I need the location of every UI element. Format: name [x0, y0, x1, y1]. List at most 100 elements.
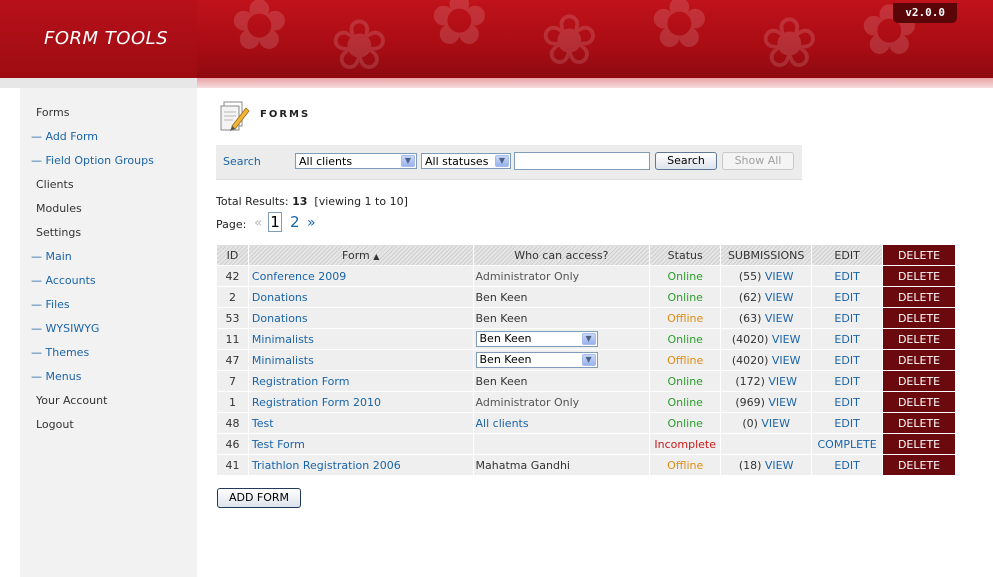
status-label: Offline	[667, 353, 704, 367]
form-id: 1	[216, 391, 249, 413]
col-submissions: SUBMISSIONS	[720, 244, 813, 266]
status-label: Offline	[667, 458, 704, 472]
sidebar-item[interactable]: Forms	[36, 106, 69, 119]
status-label: Online	[667, 290, 703, 304]
form-name-link[interactable]: Minimalists	[252, 333, 314, 346]
sidebar-item[interactable]: Your Account	[36, 394, 107, 407]
sidebar-item[interactable]: Clients	[36, 178, 74, 191]
form-name-link[interactable]: Test Form	[252, 438, 305, 451]
edit-link[interactable]: EDIT	[834, 270, 859, 283]
submission-count: (62)	[738, 290, 762, 304]
next-page-icon[interactable]: »	[307, 215, 316, 231]
access-text: Administrator Only	[475, 395, 580, 409]
view-submissions-link[interactable]: VIEW	[772, 354, 801, 367]
table-row: 47 Minimalists Ben Keen ▼ Offline (4020) VIEW…	[216, 349, 956, 371]
submission-count: (18)	[738, 458, 762, 472]
search-input[interactable]	[514, 152, 650, 170]
edit-link[interactable]: EDIT	[834, 354, 859, 367]
sidebar-item[interactable]: — Files	[31, 298, 70, 311]
results-viewing: [viewing 1 to 10]	[307, 195, 408, 208]
edit-link[interactable]: EDIT	[834, 291, 859, 304]
table-row: 1 Registration Form 2010 Administrator Onl…	[216, 391, 956, 413]
form-name-link[interactable]: Registration Form 2010	[252, 396, 381, 409]
form-name-link[interactable]: Test	[252, 417, 274, 430]
col-status[interactable]: Status	[649, 244, 722, 266]
delete-button[interactable]: DELETE	[882, 349, 956, 371]
col-edit: EDIT	[811, 244, 884, 266]
edit-link[interactable]: EDIT	[834, 417, 859, 430]
delete-button[interactable]: DELETE	[882, 328, 956, 350]
access-link[interactable]: All clients	[476, 417, 529, 430]
results-prefix: Total Results:	[216, 195, 293, 208]
status-label: Online	[667, 416, 703, 430]
access-text: Ben Keen	[475, 311, 528, 325]
delete-button[interactable]: DELETE	[882, 286, 956, 308]
app-logo: FORM TOOLS	[44, 28, 169, 49]
chevron-down-icon: ▼	[581, 354, 596, 366]
view-submissions-link[interactable]: VIEW	[768, 396, 797, 409]
view-submissions-link[interactable]: VIEW	[765, 459, 794, 472]
form-name-link[interactable]: Minimalists	[252, 354, 314, 367]
sidebar-item[interactable]: — Themes	[31, 346, 89, 359]
table-row: 7 Registration Form Ben Keen Online (172) VI…	[216, 370, 956, 392]
view-submissions-link[interactable]: VIEW	[772, 333, 801, 346]
edit-link[interactable]: COMPLETE	[818, 438, 877, 451]
status-filter-select[interactable]: All statuses ▼	[421, 153, 511, 169]
form-name-link[interactable]: Conference 2009	[252, 270, 346, 283]
delete-button[interactable]: DELETE	[882, 412, 956, 434]
delete-button[interactable]: DELETE	[882, 307, 956, 329]
add-form-button[interactable]: ADD FORM	[217, 488, 301, 508]
form-id: 48	[216, 412, 249, 434]
page-2-link[interactable]: 2	[290, 213, 300, 231]
client-filter-select[interactable]: All clients ▼	[295, 153, 417, 169]
sidebar-item[interactable]: Logout	[36, 418, 74, 431]
table-header-row: ID Form ▲ Who can access? Status SUBMISS…	[216, 244, 956, 266]
delete-button[interactable]: DELETE	[882, 391, 956, 413]
delete-button[interactable]: DELETE	[882, 265, 956, 287]
view-submissions-link[interactable]: VIEW	[765, 291, 794, 304]
form-name-link[interactable]: Donations	[252, 312, 308, 325]
view-submissions-link[interactable]: VIEW	[768, 375, 797, 388]
form-name-link[interactable]: Registration Form	[252, 375, 350, 388]
submission-count: (172)	[735, 374, 765, 388]
table-row: 48 Test All clients Online (0) VIEW EDIT DELET…	[216, 412, 956, 434]
col-id[interactable]: ID	[216, 244, 249, 266]
sidebar-item[interactable]: — Menus	[31, 370, 81, 383]
access-select[interactable]: Ben Keen ▼	[475, 331, 598, 347]
view-submissions-link[interactable]: VIEW	[761, 417, 790, 430]
status-filter-value: All statuses	[425, 155, 489, 168]
header-banner: ✿ ❀ ✿ ❀ ✿ ❀ ✿ FORM TOOLS v2.0.0	[0, 0, 993, 78]
sidebar-item[interactable]: — Accounts	[31, 274, 96, 287]
access-select[interactable]: Ben Keen ▼	[475, 352, 598, 368]
sidebar-item[interactable]: Settings	[36, 226, 81, 239]
view-submissions-link[interactable]: VIEW	[765, 312, 794, 325]
col-access: Who can access?	[472, 244, 651, 266]
sidebar-item[interactable]: — Field Option Groups	[31, 154, 154, 167]
sidebar-item[interactable]: Modules	[36, 202, 82, 215]
sidebar-item[interactable]: — Add Form	[31, 130, 98, 143]
delete-button[interactable]: DELETE	[882, 370, 956, 392]
sidebar-item[interactable]: — Main	[31, 250, 72, 263]
delete-button[interactable]: DELETE	[882, 433, 956, 455]
form-name-link[interactable]: Triathlon Registration 2006	[252, 459, 401, 472]
edit-link[interactable]: EDIT	[834, 396, 859, 409]
edit-link[interactable]: EDIT	[834, 333, 859, 346]
access-text: Mahatma Gandhi	[475, 458, 570, 472]
current-page: 1	[268, 212, 282, 232]
show-all-button[interactable]: Show All	[722, 152, 794, 170]
leaf-decoration: ✿	[430, 0, 489, 61]
results-summary: Total Results: 13 [viewing 1 to 10]	[216, 195, 408, 208]
col-form[interactable]: Form ▲	[247, 244, 474, 266]
edit-link[interactable]: EDIT	[834, 312, 859, 325]
search-button[interactable]: Search	[655, 152, 717, 170]
edit-link[interactable]: EDIT	[834, 459, 859, 472]
view-submissions-link[interactable]: VIEW	[765, 270, 794, 283]
chevron-down-icon: ▼	[401, 155, 415, 167]
delete-button[interactable]: DELETE	[882, 454, 956, 476]
col-delete: DELETE	[882, 244, 956, 266]
form-name-link[interactable]: Donations	[252, 291, 308, 304]
table-row: 42 Conference 2009 Administrator Only Onlin…	[216, 265, 956, 287]
sidebar-item[interactable]: — WYSIWYG	[31, 322, 99, 335]
logo-block: FORM TOOLS	[0, 0, 197, 78]
edit-link[interactable]: EDIT	[834, 375, 859, 388]
